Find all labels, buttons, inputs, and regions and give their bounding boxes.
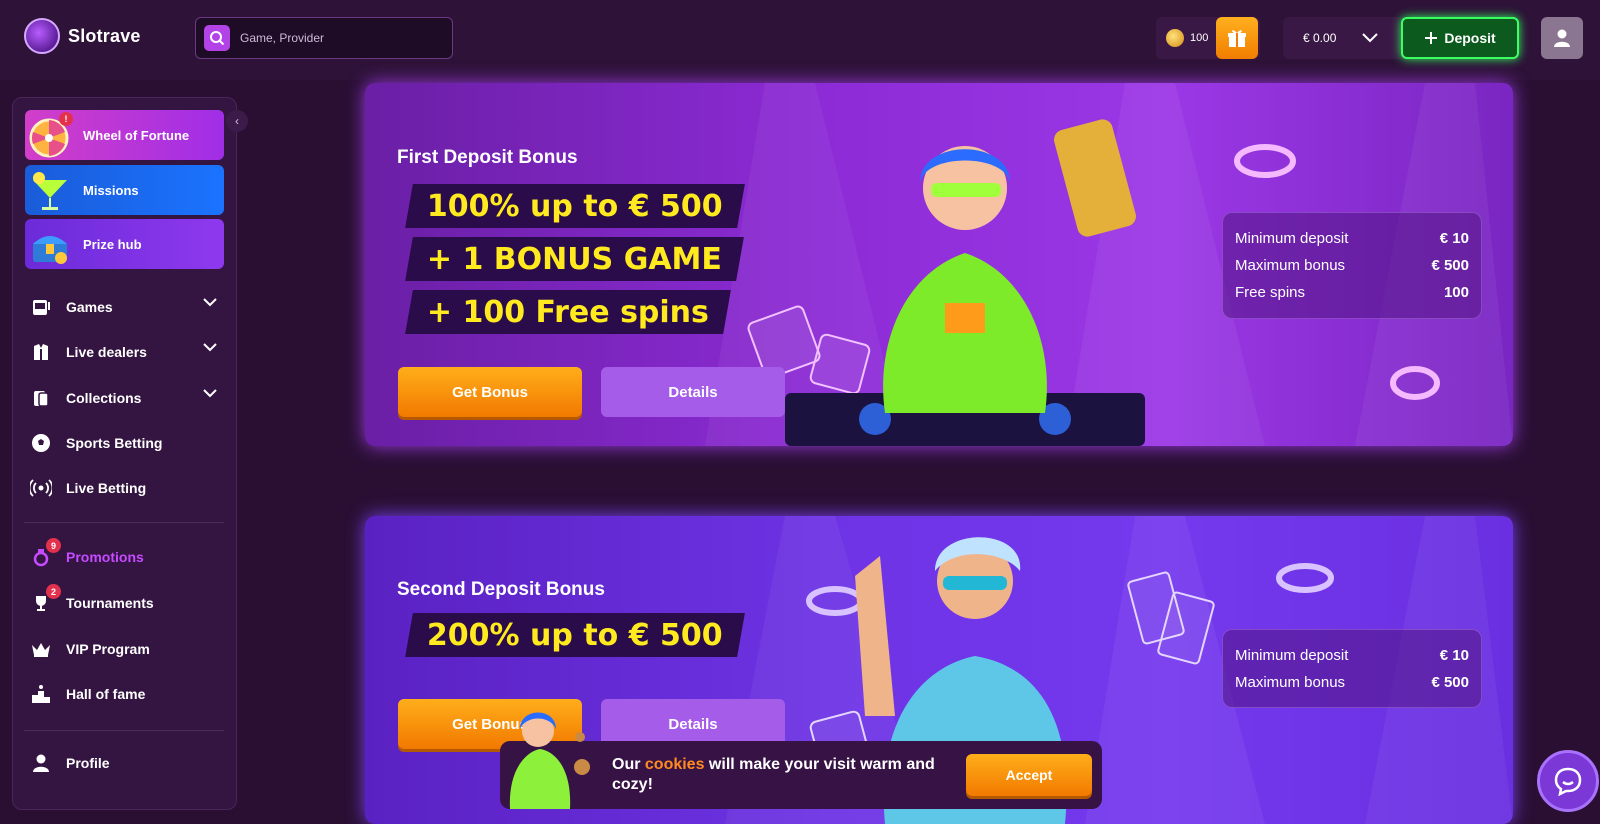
mascot-illustration: [509, 712, 590, 809]
slot-machine-icon: [30, 296, 52, 318]
first-deposit-banner: First Deposit Bonus 100% up to € 500 + 1…: [365, 83, 1513, 446]
user-icon: [30, 752, 52, 774]
nav-label: Sports Betting: [66, 435, 163, 451]
details-button[interactable]: Details: [601, 367, 785, 417]
logo-text: Slotrave: [68, 25, 141, 46]
nav-live-betting[interactable]: Live Betting: [30, 471, 225, 505]
deposit-button[interactable]: Deposit: [1401, 17, 1519, 59]
podium-icon: [30, 683, 52, 705]
cookies-link[interactable]: cookies: [645, 756, 705, 773]
banner-headline: + 1 BONUS GAME: [405, 237, 744, 281]
notification-badge: 2: [46, 584, 61, 599]
nav-label: Collections: [66, 390, 142, 406]
sidebar-divider: [24, 730, 224, 731]
chevron-left-icon: ‹: [235, 114, 239, 128]
live-chat-button[interactable]: [1537, 750, 1599, 812]
banner-title: First Deposit Bonus: [397, 147, 578, 168]
info-row: Minimum deposit € 10: [1235, 647, 1469, 664]
nav-sports-betting[interactable]: Sports Betting: [30, 426, 225, 460]
chat-icon: [1554, 767, 1582, 796]
nav-collections[interactable]: Collections: [30, 381, 225, 415]
cookie-banner: Our cookies will make your visit warm an…: [500, 712, 1102, 809]
broadcast-icon: [30, 477, 52, 499]
notification-badge: 9: [46, 538, 61, 553]
crown-icon: [30, 638, 52, 660]
balance-value: € 0.00: [1303, 31, 1337, 45]
nav-label: Live dealers: [66, 344, 147, 360]
search-box[interactable]: [195, 17, 453, 59]
dealer-icon: [30, 341, 52, 363]
nav-promotions[interactable]: Promotions 9: [30, 538, 225, 574]
sidebar-collapse-button[interactable]: ‹: [226, 110, 248, 132]
chevron-down-icon: [1362, 33, 1379, 43]
nav-label: Hall of fame: [66, 686, 146, 702]
feature-label: Prize hub: [83, 236, 142, 252]
gift-icon: [1228, 30, 1246, 47]
feature-label: Missions: [83, 182, 139, 198]
info-row: Free spins 100: [1235, 284, 1469, 301]
nav-hall-of-fame[interactable]: Hall of fame: [30, 677, 225, 711]
cards-icon: [30, 387, 52, 409]
bonus-info-box: Minimum deposit € 10 Maximum bonus € 500: [1222, 629, 1482, 708]
user-icon: [1554, 29, 1570, 47]
coins-value: 100: [1190, 32, 1209, 44]
coin-icon: [1166, 29, 1184, 47]
feature-label: Wheel of Fortune: [83, 127, 190, 143]
chevron-down-icon: [203, 389, 217, 398]
bonus-info-box: Minimum deposit € 10 Maximum bonus € 500 F…: [1222, 212, 1482, 319]
deposit-label: Deposit: [1444, 30, 1496, 46]
banner-headline: 100% up to € 500: [405, 184, 745, 228]
soccer-ball-icon: [30, 432, 52, 454]
search-input[interactable]: [240, 31, 440, 45]
banner-headline: 200% up to € 500: [405, 613, 745, 657]
feature-wheel-of-fortune[interactable]: Wheel of Fortune !: [25, 110, 224, 160]
user-menu-button[interactable]: [1541, 17, 1583, 59]
treasure-chest-icon: [33, 236, 67, 264]
info-row: Maximum bonus € 500: [1235, 257, 1469, 274]
chevron-down-icon: [203, 298, 217, 307]
cocktail-icon: [33, 172, 67, 210]
nav-vip-program[interactable]: VIP Program: [30, 632, 225, 666]
cookie-message: Our cookies will make your visit warm an…: [612, 756, 935, 793]
feature-missions[interactable]: Missions: [25, 165, 224, 215]
nav-live-dealers[interactable]: Live dealers: [30, 335, 225, 369]
nav-label: Games: [66, 299, 113, 315]
nav-label: Profile: [66, 755, 110, 771]
notification-badge: !: [59, 112, 73, 126]
search-icon: [204, 25, 230, 51]
chevron-down-icon: [203, 343, 217, 352]
nav-tournaments[interactable]: Tournaments 2: [30, 584, 225, 620]
plus-icon: [1425, 32, 1438, 44]
banner-headline: + 100 Free spins: [405, 290, 731, 334]
accept-cookies-button[interactable]: Accept: [966, 754, 1092, 796]
nav-profile[interactable]: Profile: [30, 746, 225, 780]
nav-label: VIP Program: [66, 641, 150, 657]
nav-label: Tournaments: [66, 595, 154, 611]
nav-games[interactable]: Games: [30, 290, 225, 324]
logo[interactable]: Slotrave: [24, 18, 141, 54]
top-header: Slotrave 100 € 0.00 Deposit: [0, 0, 1600, 80]
banner-title: Second Deposit Bonus: [397, 579, 605, 600]
feature-prize-hub[interactable]: Prize hub: [25, 219, 224, 269]
logo-icon: [24, 18, 60, 54]
info-row: Minimum deposit € 10: [1235, 230, 1469, 247]
gift-button[interactable]: [1216, 17, 1258, 59]
nav-label: Live Betting: [66, 480, 147, 496]
get-bonus-button[interactable]: Get Bonus: [398, 367, 582, 417]
sidebar-divider: [24, 522, 224, 523]
balance-dropdown[interactable]: € 0.00: [1283, 17, 1409, 59]
nav-label: Promotions: [66, 549, 144, 565]
info-row: Maximum bonus € 500: [1235, 674, 1469, 691]
